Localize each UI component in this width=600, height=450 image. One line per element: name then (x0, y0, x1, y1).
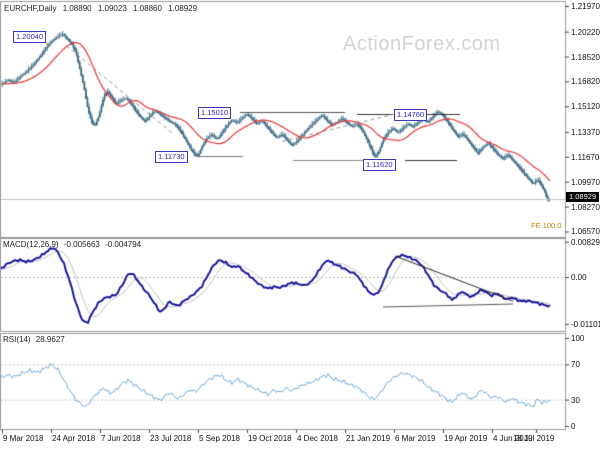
price-axis-tick-label: 1.15120 (571, 102, 600, 112)
date-axis-label: 5 Sep 2018 (199, 434, 240, 443)
low-value: 1.08860 (133, 4, 162, 13)
price-annotation-box[interactable]: 1.11730 (155, 151, 188, 163)
price-axis-tick-label: 1.20220 (571, 27, 600, 37)
date-axis-label: 6 Mar 2019 (395, 434, 436, 443)
date-axis-label: 9 Mar 2018 (3, 434, 44, 443)
high-value: 1.09023 (97, 4, 127, 13)
price-annotation-box[interactable]: 1.20040 (13, 31, 47, 43)
date-axis-label: 24 Apr 2018 (52, 434, 96, 443)
rsi-axis-tick-label: 100 (571, 334, 585, 343)
rsi-axis-tick-label: 30 (571, 395, 580, 405)
macd-value: -0.005663 (63, 240, 100, 249)
macd-axis-tick-label: 0.008292 (571, 237, 600, 247)
chart-header: EURCHF,Daily 1.08890 1.09023 1.08860 1.0… (4, 4, 201, 13)
price-axis-tick-label: 1.06570 (571, 227, 600, 237)
price-axis-tick-label: 1.16820 (571, 77, 600, 87)
close-value: 1.08929 (168, 4, 198, 13)
rsi-axis-tick-label: 70 (571, 360, 580, 370)
fib-extension-label: FE 100.0 (531, 221, 562, 230)
date-axis-label: 18 Jul 2019 (513, 434, 555, 443)
price-annotation-box[interactable]: 1.15010 (198, 107, 232, 119)
rsi-name: RSI(14) (3, 335, 31, 344)
macd-axis-tick-label: -0.011015 (571, 319, 600, 329)
price-axis-tick-label: 1.11670 (571, 152, 600, 162)
price-annotation-box[interactable]: 1.14760 (394, 109, 428, 121)
macd-name: MACD(12,26,9) (3, 240, 59, 249)
date-axis-label: 19 Oct 2018 (248, 434, 292, 443)
rsi-value: 28.9627 (35, 335, 65, 344)
price-axis-tick-label: 1.21970 (571, 2, 600, 11)
watermark: ActionForex.com (343, 33, 501, 55)
date-axis-label: 23 Jul 2018 (150, 434, 192, 443)
rsi-axis-tick-label: 0 (571, 422, 576, 431)
price-axis-tick-label: 1.09970 (571, 177, 600, 187)
date-axis-label: 7 Jun 2018 (101, 434, 141, 443)
symbol-period-label: EURCHF,Daily (4, 4, 57, 13)
price-axis-tick-label: 1.08270 (571, 202, 600, 212)
price-axis-tick-label: 1.18520 (571, 52, 600, 62)
macd-signal-value: -0.004794 (105, 240, 142, 249)
price-axis-tick-label: 1.13370 (571, 127, 600, 137)
date-axis-label: 21 Jan 2019 (346, 434, 391, 443)
price-annotation-box[interactable]: 1.11620 (363, 159, 396, 171)
chart-canvas[interactable] (0, 0, 600, 450)
mt4-chart-window: EURCHF,Daily 1.08890 1.09023 1.08860 1.0… (0, 0, 600, 450)
rsi-indicator-label: RSI(14) 28.9627 (3, 335, 68, 344)
open-value: 1.08890 (62, 4, 92, 13)
macd-indicator-label: MACD(12,26,9) -0.005663 -0.004794 (3, 240, 144, 249)
date-axis-label: 19 Apr 2019 (444, 434, 488, 443)
date-axis-label: 4 Dec 2018 (297, 434, 338, 443)
macd-axis-tick-label: 0.00 (571, 273, 587, 282)
current-price-tag: 1.08929 (566, 191, 600, 202)
